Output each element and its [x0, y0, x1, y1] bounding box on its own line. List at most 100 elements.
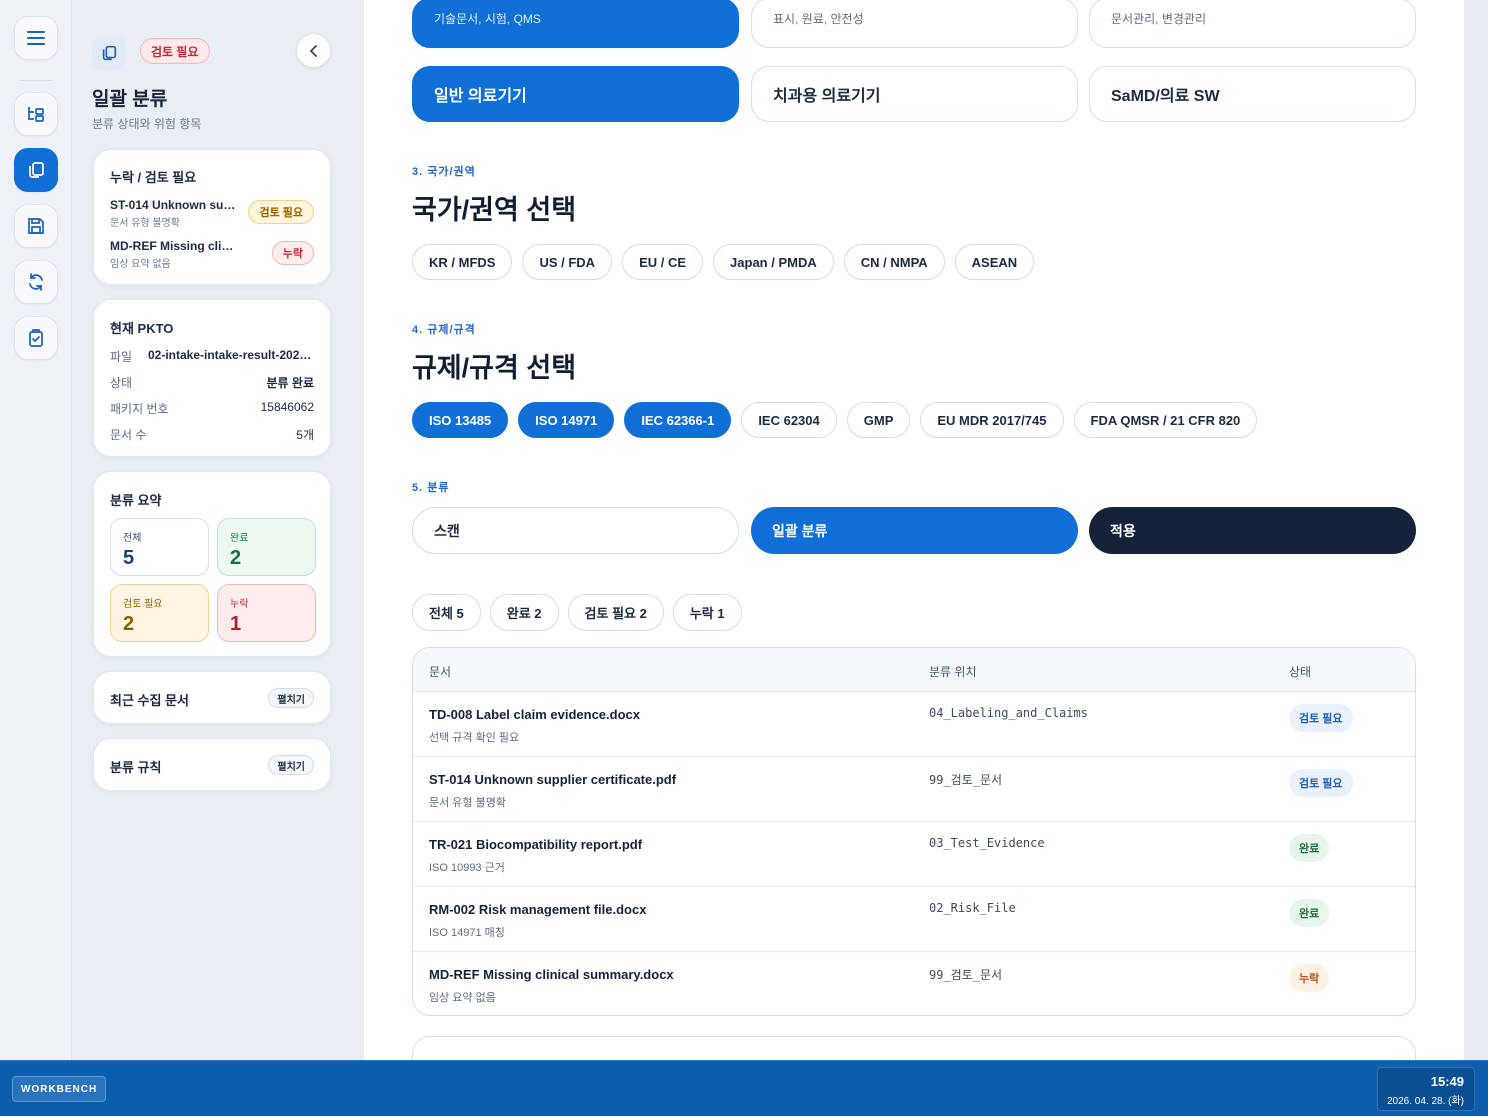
country-chip[interactable]: ASEAN: [954, 244, 1035, 280]
rail-save-button[interactable]: [14, 204, 58, 248]
row-doc-note: 임상 요약 없음: [429, 992, 496, 1004]
side-copy-icon-box: [92, 36, 126, 70]
pkto-docs-row: 문서 수 5개: [110, 426, 314, 443]
stat-missing[interactable]: 누락 1: [217, 584, 316, 642]
regulation-chip-row: ISO 13485 ISO 14971 IEC 62366-1 IEC 6230…: [412, 402, 1258, 438]
scope-tile-label-safety[interactable]: 표시, 원료, 안전성: [751, 0, 1078, 48]
issue-item[interactable]: ST-014 Unknown supplier certificate.pdf …: [110, 198, 314, 230]
country-chip[interactable]: EU / CE: [622, 244, 704, 280]
device-tile-label: 일반 의료기기: [434, 88, 527, 105]
regulation-chip[interactable]: ISO 13485: [412, 402, 509, 438]
scope-tile-label: 표시, 원료, 안전성: [773, 12, 864, 26]
table-row[interactable]: ST-014 Unknown supplier certificate.pdf …: [413, 757, 1415, 822]
stat-review[interactable]: 검토 필요 2: [110, 584, 209, 642]
collapse-panel-button[interactable]: [296, 33, 331, 68]
pkto-docs-value: 5개: [296, 428, 314, 442]
rail-divider: [20, 80, 52, 81]
rules-card[interactable]: 분류 규칙 펼치기: [93, 738, 331, 791]
apply-button[interactable]: 적용: [1089, 507, 1416, 554]
menu-button[interactable]: [14, 16, 58, 60]
rail-classify-button[interactable]: [14, 148, 58, 192]
filter-chip-done[interactable]: 완료 2: [489, 594, 559, 631]
issue-item[interactable]: MD-REF Missing clinical summary.docx 임상 …: [110, 239, 314, 271]
pkto-file-value: 02-intake-intake-result-2026...: [148, 348, 314, 362]
pkto-docs-label: 문서 수: [110, 428, 147, 442]
summary-card-title: 분류 요약: [110, 493, 162, 508]
workbench-button[interactable]: WORKBENCH: [12, 1076, 107, 1102]
save-icon: [28, 218, 44, 234]
pkto-state-value: 분류 완료: [266, 376, 315, 390]
country-chip[interactable]: US / FDA: [522, 244, 613, 280]
regulation-heading: 규제/규격 선택: [412, 353, 577, 383]
stat-review-label: 검토 필요: [123, 599, 163, 610]
pkto-state-row: 상태 분류 완료: [110, 374, 314, 391]
refresh-icon: [29, 273, 43, 291]
batch-classify-button[interactable]: 일괄 분류: [751, 507, 1078, 554]
rail-tree-button[interactable]: [14, 92, 58, 136]
stat-total-label: 전체: [123, 533, 142, 544]
stat-total-value: 5: [123, 547, 135, 569]
issue-item-name: MD-REF Missing clinical summary.docx: [110, 239, 238, 253]
review-needed-badge: 검토 필요: [140, 38, 210, 64]
filter-chip-missing[interactable]: 누락 1: [672, 594, 742, 631]
taskbar-clock[interactable]: 15:49 2026. 04. 28. (화): [1377, 1067, 1475, 1111]
device-tile-samd[interactable]: SaMD/의료 SW: [1089, 66, 1416, 122]
scan-button[interactable]: 스캔: [412, 507, 739, 554]
table-row[interactable]: TD-008 Label claim evidence.docx 선택 규격 확…: [413, 692, 1415, 757]
copy-icon: [102, 45, 117, 61]
row-location: 02_Risk_File: [929, 901, 1016, 915]
side-panel: 검토 필요 일괄 분류 분류 상태와 위험 항목 누락 / 검토 필요 ST-0…: [72, 0, 364, 1060]
stat-done-value: 2: [230, 547, 242, 569]
stat-missing-label: 누락: [230, 599, 249, 610]
regulation-chip[interactable]: IEC 62304: [741, 402, 837, 438]
rail-checklist-button[interactable]: [14, 316, 58, 360]
row-location: 99_검토_문서: [929, 773, 1003, 787]
regulation-chip[interactable]: GMP: [846, 402, 911, 438]
issue-status-badge: 누락: [271, 241, 314, 265]
table-header: 문서 분류 위치 상태: [413, 648, 1415, 692]
country-chip[interactable]: Japan / PMDA: [713, 244, 834, 280]
table-row[interactable]: MD-REF Missing clinical summary.docx 임상 …: [413, 952, 1415, 1015]
regulation-step-label: 4. 규제/규격: [412, 324, 476, 336]
regulation-chip[interactable]: IEC 62366-1: [624, 402, 732, 438]
pkto-card-title: 현재 PKTO: [110, 321, 174, 336]
regulation-chip[interactable]: ISO 14971: [518, 402, 615, 438]
row-location: 04_Labeling_and_Claims: [929, 706, 1088, 720]
country-chip[interactable]: CN / NMPA: [843, 244, 945, 280]
recent-docs-title: 최근 수집 문서: [110, 693, 189, 708]
regulation-chip[interactable]: FDA QMSR / 21 CFR 820: [1073, 402, 1258, 438]
filter-chip-review[interactable]: 검토 필요 2: [567, 594, 664, 631]
device-tile-general[interactable]: 일반 의료기기: [412, 66, 739, 122]
pkto-file-label: 파일: [110, 350, 133, 364]
row-doc-name: RM-002 Risk management file.docx: [429, 902, 647, 917]
stat-done-label: 완료: [230, 533, 249, 544]
chevron-left-icon: [309, 44, 317, 57]
row-doc-note: ISO 14971 매칭: [429, 927, 505, 939]
country-chip[interactable]: KR / MFDS: [412, 244, 513, 280]
device-tile-dental[interactable]: 치과용 의료기기: [751, 66, 1078, 122]
row-status-badge: 누락: [1289, 964, 1330, 992]
clock-time: 15:49: [1430, 1074, 1464, 1089]
row-doc-note: ISO 10993 근거: [429, 862, 505, 874]
stat-total[interactable]: 전체 5: [110, 518, 209, 576]
rail-refresh-button[interactable]: [14, 260, 58, 304]
tree-icon: [28, 107, 44, 122]
row-doc-name: TR-021 Biocompatibility report.pdf: [429, 837, 643, 852]
rules-expand-button[interactable]: 펼치기: [268, 755, 314, 775]
country-chip-row: KR / MFDS US / FDA EU / CE Japan / PMDA …: [412, 244, 1035, 280]
scope-tile-tech[interactable]: 기술문서, 시험, QMS: [412, 0, 739, 48]
menu-icon: [27, 31, 45, 45]
table-row[interactable]: RM-002 Risk management file.docx ISO 149…: [413, 887, 1415, 952]
device-tile-label: SaMD/의료 SW: [1111, 88, 1220, 105]
regulation-chip[interactable]: EU MDR 2017/745: [920, 402, 1064, 438]
row-status-badge: 완료: [1289, 899, 1330, 927]
stat-done[interactable]: 완료 2: [217, 518, 316, 576]
recent-docs-expand-button[interactable]: 펼치기: [268, 688, 314, 708]
recent-docs-card[interactable]: 최근 수집 문서 펼치기: [93, 671, 331, 724]
scope-tile-docs[interactable]: 문서관리, 변경관리: [1089, 0, 1416, 48]
table-row[interactable]: TR-021 Biocompatibility report.pdf ISO 1…: [413, 822, 1415, 887]
clock-date: 2026. 04. 28. (화): [1386, 1096, 1464, 1107]
filter-chip-all[interactable]: 전체 5: [412, 594, 481, 631]
summary-card: 분류 요약 전체 5 완료 2 검토 필요 2 누락 1: [93, 471, 331, 657]
country-step-label: 3. 국가/권역: [412, 166, 476, 178]
